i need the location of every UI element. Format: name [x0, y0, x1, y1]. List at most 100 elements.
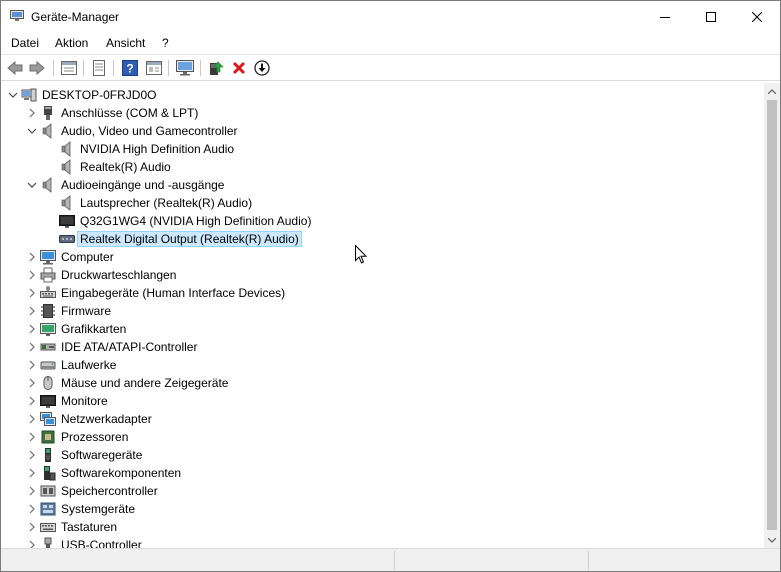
toolbar-separator	[113, 60, 114, 76]
collapse-toggle[interactable]	[27, 125, 37, 135]
tree-node[interactable]: Systemgeräte	[1, 500, 761, 518]
usb-icon	[40, 537, 56, 548]
tree-node[interactable]: IDE ATA/ATAPI-Controller	[1, 338, 761, 356]
menu-help[interactable]: ?	[162, 36, 169, 50]
expand-toggle[interactable]	[27, 377, 37, 388]
chevron-right-icon	[29, 540, 35, 548]
menu-ansicht[interactable]: Ansicht	[106, 36, 145, 50]
update-driver-button[interactable]	[207, 59, 225, 77]
tree-node[interactable]: Firmware	[1, 302, 761, 320]
forward-button[interactable]	[28, 59, 46, 77]
toolbar-separator	[200, 60, 201, 76]
chevron-down-icon	[27, 182, 37, 188]
view-icon	[146, 61, 162, 75]
tree-node[interactable]: Prozessoren	[1, 428, 761, 446]
expand-toggle[interactable]	[27, 449, 37, 460]
menu-aktion[interactable]: Aktion	[55, 36, 88, 50]
show-hide-button[interactable]	[90, 59, 108, 77]
chevron-right-icon	[29, 270, 35, 280]
expand-toggle[interactable]	[27, 269, 37, 280]
tree-node-label: Monitore	[61, 394, 108, 408]
maximize-button[interactable]	[688, 1, 734, 32]
expand-toggle[interactable]	[27, 431, 37, 442]
tree-node[interactable]: DESKTOP-0FRJD0O	[1, 86, 761, 104]
speaker-icon	[59, 159, 75, 175]
expand-toggle[interactable]	[27, 287, 37, 298]
tree-node-label: USB-Controller	[61, 538, 142, 548]
tree-node[interactable]: Mäuse und andere Zeigegeräte	[1, 374, 761, 392]
expand-toggle[interactable]	[27, 323, 37, 334]
expand-toggle[interactable]	[27, 341, 37, 352]
scroll-down-button[interactable]	[764, 532, 780, 548]
tree-node[interactable]: Softwaregeräte	[1, 446, 761, 464]
expand-toggle[interactable]	[27, 413, 37, 424]
uninstall-button[interactable]	[230, 59, 248, 77]
tree-node-label: Realtek(R) Audio	[80, 160, 171, 174]
expand-toggle[interactable]	[27, 251, 37, 262]
expand-toggle[interactable]	[27, 503, 37, 514]
chevron-right-icon	[29, 504, 35, 514]
tree-node[interactable]: Audioeingänge und -ausgänge	[1, 176, 761, 194]
chevron-right-icon	[29, 414, 35, 424]
tree-node[interactable]: USB-Controller	[1, 536, 761, 548]
scan-hardware-button[interactable]	[176, 59, 194, 77]
properties-button[interactable]	[60, 59, 78, 77]
expand-toggle[interactable]	[27, 467, 37, 478]
tree-node-label: Anschlüsse (COM & LPT)	[61, 106, 199, 120]
disable-button[interactable]	[253, 59, 271, 77]
collapse-toggle[interactable]	[27, 179, 37, 189]
tree-node[interactable]: Computer	[1, 248, 761, 266]
minimize-button[interactable]	[642, 1, 688, 32]
tree-node-label: Speichercontroller	[61, 484, 158, 498]
tree-node[interactable]: Realtek Digital Output (Realtek(R) Audio…	[1, 230, 761, 248]
expand-toggle[interactable]	[27, 539, 37, 548]
back-button[interactable]	[6, 59, 24, 77]
tree-node[interactable]: Anschlüsse (COM & LPT)	[1, 104, 761, 122]
expand-toggle[interactable]	[27, 359, 37, 370]
mouse-icon	[40, 375, 56, 391]
collapse-toggle[interactable]	[8, 89, 18, 99]
vertical-scrollbar[interactable]	[764, 83, 780, 548]
help-button[interactable]: ?	[121, 59, 139, 77]
tree-node[interactable]: Tastaturen	[1, 518, 761, 536]
tree-node-label: Eingabegeräte (Human Interface Devices)	[61, 286, 286, 300]
status-bar	[1, 548, 780, 571]
expand-toggle[interactable]	[27, 107, 37, 118]
chevron-right-icon	[29, 252, 35, 262]
menu-datei[interactable]: Datei	[11, 36, 39, 50]
device-tree[interactable]: DESKTOP-0FRJD0O Anschlüsse (COM & LPT) Aud…	[1, 83, 764, 548]
tree-node[interactable]: NVIDIA High Definition Audio	[1, 140, 761, 158]
firmware-icon	[40, 303, 56, 319]
tree-node[interactable]: Grafikkarten	[1, 320, 761, 338]
tree-node[interactable]: Eingabegeräte (Human Interface Devices)	[1, 284, 761, 302]
digital-output-icon	[59, 231, 75, 247]
port-icon	[40, 105, 56, 121]
tree-node[interactable]: Lautsprecher (Realtek(R) Audio)	[1, 194, 761, 212]
scroll-thumb[interactable]	[767, 100, 777, 530]
tree-node[interactable]: Realtek(R) Audio	[1, 158, 761, 176]
close-button[interactable]	[734, 1, 780, 32]
tree-node[interactable]: Softwarekomponenten	[1, 464, 761, 482]
tree-node[interactable]: Q32G1WG4 (NVIDIA High Definition Audio)	[1, 212, 761, 230]
tree-node-label: Systemgeräte	[61, 502, 136, 516]
tree-node-label: Audio, Video und Gamecontroller	[61, 124, 238, 138]
tree-node[interactable]: Druckwarteschlangen	[1, 266, 761, 284]
scroll-up-button[interactable]	[764, 83, 780, 99]
expand-toggle[interactable]	[27, 305, 37, 316]
tree-node[interactable]: Speichercontroller	[1, 482, 761, 500]
expand-toggle[interactable]	[27, 395, 37, 406]
toolbar-separator	[53, 60, 54, 76]
expand-toggle[interactable]	[27, 485, 37, 496]
tree-node[interactable]: Netzwerkadapter	[1, 410, 761, 428]
expand-toggle[interactable]	[27, 521, 37, 532]
view-button[interactable]	[145, 59, 163, 77]
chevron-right-icon	[29, 324, 35, 334]
chevron-right-icon	[29, 342, 35, 352]
chevron-right-icon	[29, 432, 35, 442]
title-bar: Geräte-Manager	[1, 1, 780, 32]
chevron-right-icon	[29, 306, 35, 316]
help-icon: ?	[122, 60, 138, 76]
tree-node[interactable]: Monitore	[1, 392, 761, 410]
tree-node[interactable]: Audio, Video und Gamecontroller	[1, 122, 761, 140]
tree-node[interactable]: Laufwerke	[1, 356, 761, 374]
